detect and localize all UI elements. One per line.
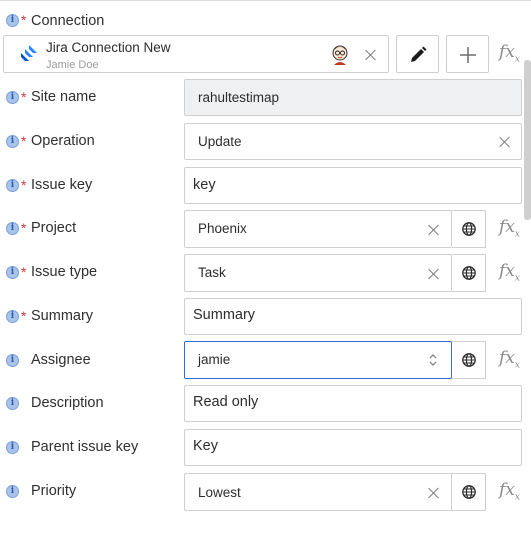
info-icon[interactable]: i [6, 266, 19, 279]
priority-label: Priority [31, 483, 77, 499]
required-asterisk: * [21, 12, 27, 28]
operation-select[interactable]: Update [184, 123, 522, 160]
operation-value: Update [198, 134, 242, 149]
description-label: Description [31, 395, 104, 411]
priority-select[interactable]: Lowest [184, 473, 452, 511]
required-asterisk: * [21, 133, 27, 149]
assignee-select[interactable]: jamie [184, 341, 452, 379]
top-divider [0, 0, 531, 1]
scrollbar[interactable] [524, 60, 531, 220]
required-asterisk: * [21, 220, 27, 236]
connection-select[interactable]: Jira Connection New Jamie Doe [3, 35, 389, 73]
issue-key-value: key [193, 177, 216, 193]
summary-value: Summary [193, 307, 256, 323]
edit-connection-button[interactable] [396, 35, 439, 73]
info-icon[interactable]: i [6, 441, 19, 454]
priority-value: Lowest [198, 485, 241, 500]
description-value: Read only [193, 394, 259, 410]
project-select[interactable]: Phoenix [184, 210, 452, 248]
project-value: Phoenix [198, 221, 247, 236]
issue-type-select[interactable]: Task [184, 254, 452, 292]
clear-connection-icon[interactable] [365, 49, 377, 61]
required-asterisk: * [21, 89, 27, 105]
issue-type-label: Issue type [31, 264, 98, 280]
required-asterisk: * [21, 264, 27, 280]
globe-icon [462, 485, 476, 499]
plus-icon [460, 47, 476, 63]
jira-icon [21, 45, 37, 61]
info-icon[interactable]: i [6, 91, 19, 104]
info-icon[interactable]: i [6, 397, 19, 410]
summary-label: Summary [31, 308, 94, 324]
add-connection-button[interactable] [446, 35, 489, 73]
summary-input[interactable]: Summary [184, 298, 522, 335]
clear-issue-type-icon[interactable] [428, 268, 440, 280]
updown-chevron-icon[interactable] [428, 353, 438, 367]
fx-icon[interactable]: fxx [499, 42, 520, 64]
issue-key-input[interactable]: key [184, 167, 522, 204]
site-name-label: Site name [31, 89, 97, 105]
parent-issue-key-input[interactable]: Key [184, 429, 522, 466]
info-icon[interactable]: i [6, 310, 19, 323]
connection-label: Connection [31, 13, 105, 29]
clear-project-icon[interactable] [428, 224, 440, 236]
info-icon[interactable]: i [6, 354, 19, 367]
info-icon[interactable]: i [6, 179, 19, 192]
assignee-globe-button[interactable] [452, 341, 486, 379]
globe-icon [462, 353, 476, 367]
globe-icon [462, 222, 476, 236]
connection-name: Jira Connection New [46, 40, 171, 55]
assignee-value: jamie [198, 352, 231, 367]
info-icon[interactable]: i [6, 485, 19, 498]
parent-issue-key-value: Key [193, 438, 218, 454]
info-icon[interactable]: i [6, 14, 19, 27]
issue-type-globe-button[interactable] [452, 254, 486, 292]
info-icon[interactable]: i [6, 222, 19, 235]
site-name-field: rahultestimap [184, 79, 522, 116]
parent-issue-key-label: Parent issue key [31, 439, 139, 455]
priority-globe-button[interactable] [452, 473, 486, 511]
project-label: Project [31, 220, 77, 236]
connection-user: Jamie Doe [46, 59, 99, 71]
info-icon[interactable]: i [6, 135, 19, 148]
fx-icon[interactable]: fxx [499, 480, 520, 502]
fx-icon[interactable]: fxx [499, 217, 520, 239]
required-asterisk: * [21, 177, 27, 193]
assignee-label: Assignee [31, 352, 91, 368]
project-globe-button[interactable] [452, 210, 486, 248]
fx-icon[interactable]: fxx [499, 261, 520, 283]
issue-key-label: Issue key [31, 177, 93, 193]
clear-priority-icon[interactable] [428, 487, 440, 499]
issue-type-value: Task [198, 265, 226, 280]
pencil-icon [411, 46, 427, 62]
globe-icon [462, 266, 476, 280]
fx-icon[interactable]: fxx [499, 348, 520, 370]
clear-operation-icon[interactable] [499, 136, 511, 148]
required-asterisk: * [21, 308, 27, 324]
operation-label: Operation [31, 133, 95, 149]
description-input[interactable]: Read only [184, 385, 522, 422]
site-name-value: rahultestimap [198, 90, 280, 105]
avatar [332, 45, 348, 65]
